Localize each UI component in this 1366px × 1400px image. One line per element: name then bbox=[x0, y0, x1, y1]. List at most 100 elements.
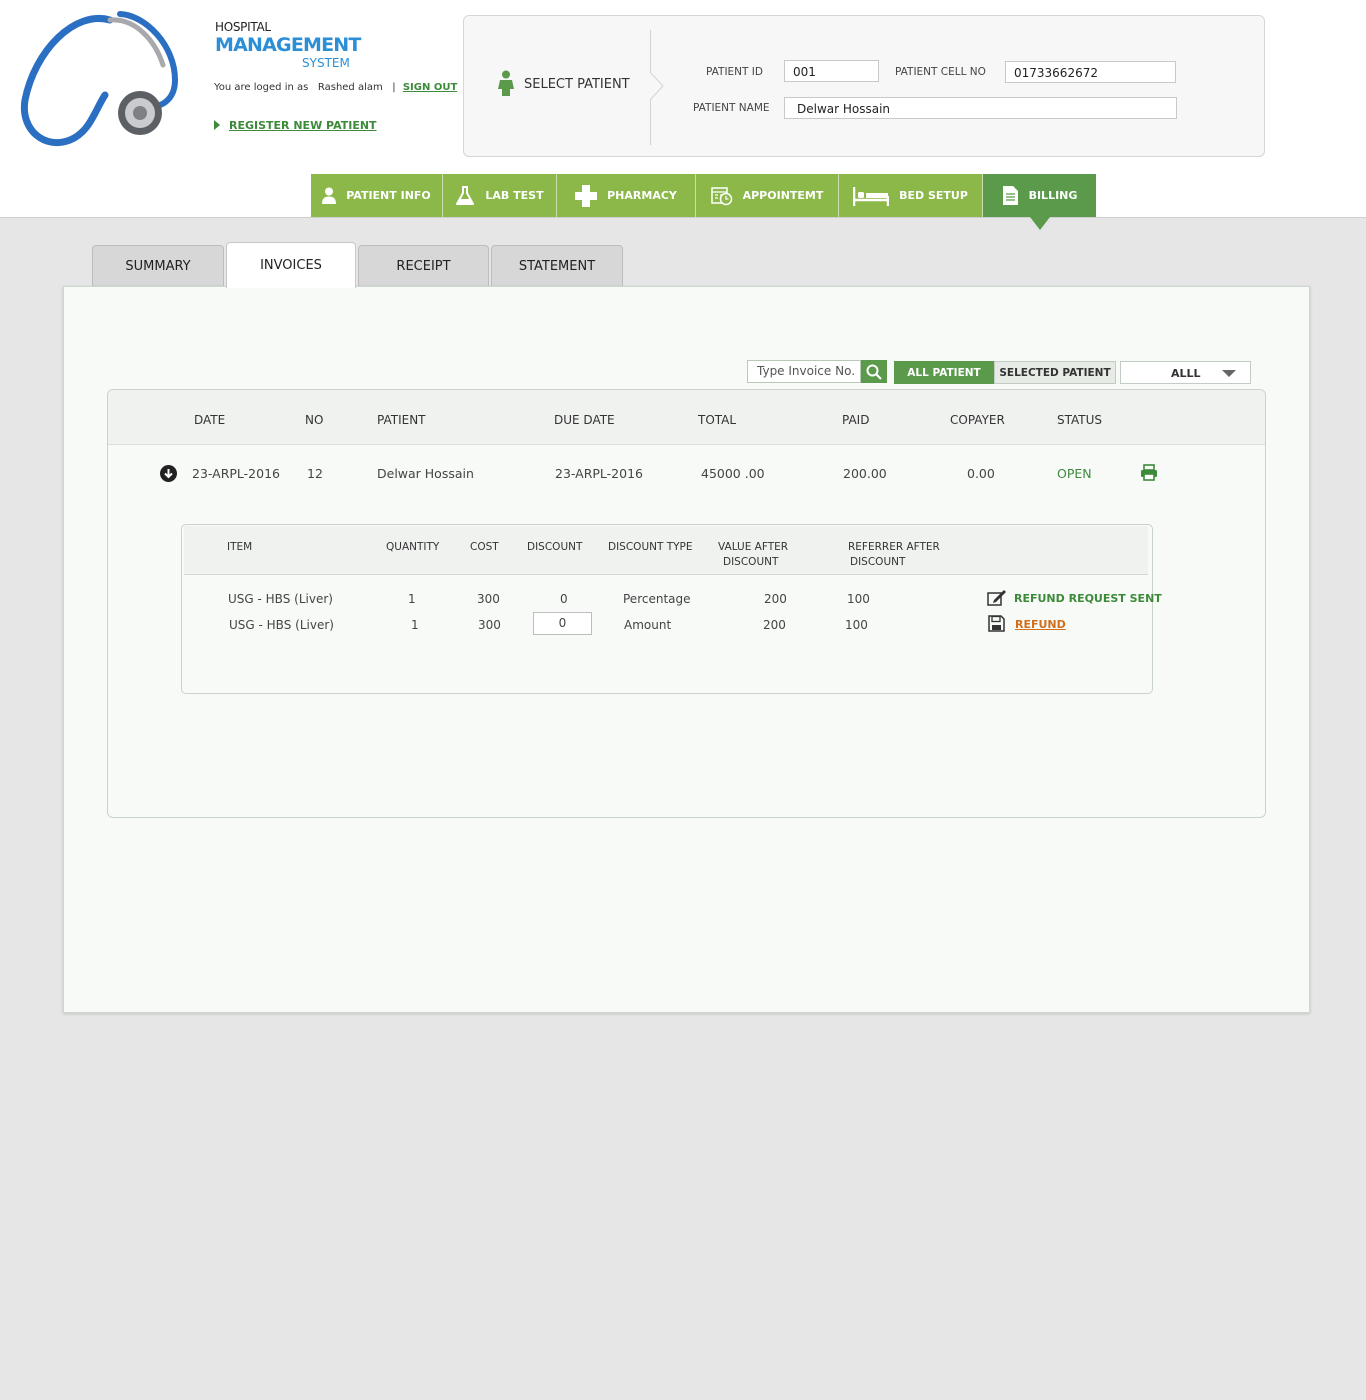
sign-out-link[interactable]: SIGN OUT bbox=[403, 82, 457, 93]
document-icon bbox=[1002, 186, 1018, 205]
tab-receipt[interactable]: RECEIPT bbox=[358, 245, 489, 287]
select-patient-label: SELECT PATIENT bbox=[524, 77, 630, 92]
item-quantity: 1 bbox=[411, 618, 419, 632]
header: HOSPITAL MANAGEMENT SYSTEM You are loged… bbox=[0, 0, 1366, 230]
print-icon[interactable] bbox=[1140, 464, 1158, 481]
logged-in-text: You are loged in as bbox=[214, 82, 309, 93]
bed-icon bbox=[853, 186, 890, 206]
selected-patient-button[interactable]: SELECTED PATIENT bbox=[994, 361, 1116, 384]
nav-bed-setup[interactable]: BED SETUP bbox=[839, 174, 983, 217]
patient-name-label: PATIENT NAME bbox=[693, 102, 770, 114]
item-discount-type: Amount bbox=[624, 618, 672, 632]
save-icon[interactable] bbox=[988, 615, 1005, 632]
brand-line-2: MANAGEMENT bbox=[215, 34, 361, 56]
item-referrer-after: 100 bbox=[847, 592, 870, 606]
patient-select-panel: SELECT PATIENT PATIENT ID 001 PATIENT CE… bbox=[463, 15, 1265, 157]
invoice-date: 23-ARPL-2016 bbox=[192, 466, 280, 481]
register-label: REGISTER NEW PATIENT bbox=[229, 119, 377, 132]
arrow-down-icon bbox=[164, 469, 173, 479]
invoice-search-input[interactable]: Type Invoice No. bbox=[747, 360, 861, 383]
item-column-header: DISCOUNT bbox=[527, 541, 583, 553]
register-new-patient-link[interactable]: REGISTER NEW PATIENT bbox=[214, 119, 377, 132]
item-value-after: 200 bbox=[763, 618, 786, 632]
session-info: You are loged in as Rashed alam | SIGN O… bbox=[214, 82, 457, 93]
chevron-right-icon bbox=[650, 72, 664, 100]
column-header: PAID bbox=[842, 413, 870, 427]
item-cost: 300 bbox=[478, 618, 501, 632]
patient-person-icon bbox=[498, 70, 514, 96]
triangle-right-icon bbox=[214, 120, 220, 130]
patient-name-input[interactable]: Delwar Hossain bbox=[784, 97, 1177, 119]
patient-cell-input[interactable]: 01733662672 bbox=[1005, 61, 1176, 83]
item-column-header: DISCOUNT TYPE bbox=[608, 541, 693, 553]
column-header: PATIENT bbox=[377, 413, 426, 427]
brand-line-1: HOSPITAL bbox=[215, 20, 271, 34]
patient-cell-label: PATIENT CELL NO bbox=[895, 66, 986, 78]
item-name: USG - HBS (Liver) bbox=[228, 592, 333, 606]
edit-icon[interactable] bbox=[987, 589, 1007, 606]
cross-icon bbox=[575, 184, 598, 207]
invoice-due-date: 23-ARPL-2016 bbox=[555, 466, 643, 481]
item-cost: 300 bbox=[477, 592, 500, 606]
invoice-patient: Delwar Hossain bbox=[377, 466, 474, 481]
column-header: NO bbox=[305, 413, 324, 427]
flask-icon bbox=[456, 186, 475, 205]
column-header: DUE DATE bbox=[554, 413, 615, 427]
column-header: DATE bbox=[194, 413, 226, 427]
item-column-header: DISCOUNT bbox=[850, 556, 906, 568]
column-header: STATUS bbox=[1057, 413, 1103, 427]
separator: | bbox=[392, 82, 396, 93]
item-column-header: DISCOUNT bbox=[723, 556, 779, 568]
main-nav: PATIENT INFO LAB TEST PHARMACY APPOINTEM… bbox=[311, 174, 1096, 230]
nav-billing[interactable]: BILLING bbox=[983, 174, 1096, 230]
invoice-copayer: 0.00 bbox=[967, 466, 995, 481]
expand-toggle-icon[interactable] bbox=[160, 465, 177, 482]
column-header: COPAYER bbox=[950, 413, 1005, 427]
refund-link[interactable]: REFUND bbox=[1015, 618, 1066, 631]
nav-label: APPOINTEMT bbox=[742, 189, 824, 202]
chevron-down-icon bbox=[1222, 370, 1236, 377]
dropdown-value: ALLL bbox=[1171, 367, 1201, 380]
search-button[interactable] bbox=[861, 360, 887, 383]
item-quantity: 1 bbox=[408, 592, 416, 606]
search-icon bbox=[866, 364, 882, 380]
invoice-status: OPEN bbox=[1057, 466, 1092, 481]
invoice-paid: 200.00 bbox=[843, 466, 887, 481]
item-column-header: VALUE AFTER bbox=[718, 541, 789, 553]
invoice-total: 45000 .00 bbox=[701, 466, 765, 481]
user-name: Rashed alam bbox=[317, 82, 383, 93]
nav-pharmacy[interactable]: PHARMACY bbox=[557, 174, 696, 217]
nav-label: LAB TEST bbox=[485, 189, 544, 202]
calendar-clock-icon bbox=[710, 186, 732, 205]
nav-label: PHARMACY bbox=[607, 189, 677, 202]
invoice-no: 12 bbox=[307, 466, 323, 481]
nav-label: BILLING bbox=[1028, 189, 1078, 202]
all-patient-button[interactable]: ALL PATIENT bbox=[894, 361, 994, 384]
stethoscope-logo-icon bbox=[20, 11, 179, 147]
item-column-header: ITEM bbox=[227, 541, 253, 553]
item-name: USG - HBS (Liver) bbox=[229, 618, 334, 632]
nav-patient-info[interactable]: PATIENT INFO bbox=[311, 174, 443, 217]
refund-request-sent-status: REFUND REQUEST SENT bbox=[1014, 592, 1162, 605]
nav-lab-test[interactable]: LAB TEST bbox=[443, 174, 557, 217]
patient-id-label: PATIENT ID bbox=[706, 66, 763, 78]
item-discount: 0 bbox=[560, 592, 568, 606]
column-header: TOTAL bbox=[698, 413, 737, 427]
person-icon bbox=[322, 187, 337, 204]
discount-input[interactable]: 0 bbox=[533, 612, 592, 635]
brand-line-3: SYSTEM bbox=[302, 56, 350, 70]
item-discount-type: Percentage bbox=[623, 592, 691, 606]
nav-label: BED SETUP bbox=[899, 189, 968, 202]
item-column-header: QUANTITY bbox=[386, 541, 440, 553]
status-dropdown[interactable]: ALLL bbox=[1120, 361, 1251, 384]
tab-statement[interactable]: STATEMENT bbox=[491, 245, 623, 287]
item-column-header: COST bbox=[470, 541, 499, 553]
tab-summary[interactable]: SUMMARY bbox=[92, 245, 224, 287]
item-column-header: REFERRER AFTER bbox=[848, 541, 940, 553]
item-referrer-after: 100 bbox=[845, 618, 868, 632]
nav-label: PATIENT INFO bbox=[346, 189, 431, 202]
patient-id-input[interactable]: 001 bbox=[784, 60, 879, 82]
item-value-after: 200 bbox=[764, 592, 787, 606]
tab-invoices[interactable]: INVOICES bbox=[226, 242, 356, 288]
nav-appointment[interactable]: APPOINTEMT bbox=[696, 174, 839, 217]
